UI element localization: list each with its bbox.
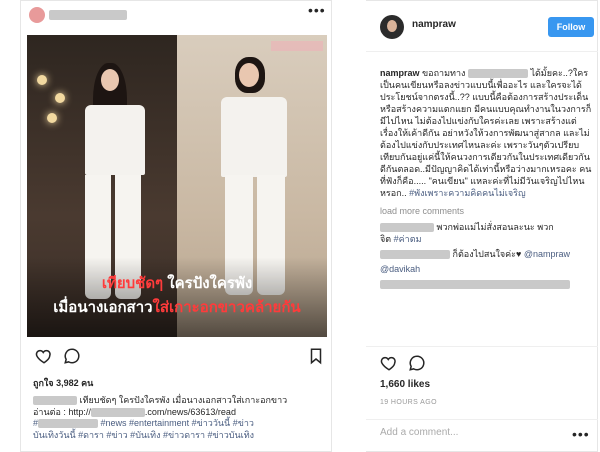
hashtag[interactable]: #ค่าตม: [394, 234, 422, 244]
mention[interactable]: @davikah: [380, 264, 420, 274]
heart-icon[interactable]: [380, 354, 398, 372]
right-like-count[interactable]: 1,660 likes: [380, 379, 430, 390]
hashtags-line-2[interactable]: บันเทิงวันนี้ #ดารา #ข่าว #บันเทิง #ข่าว…: [33, 430, 254, 440]
left-action-bar: [35, 347, 325, 365]
headline-white-text: เมื่อนางเอกสาว: [53, 299, 153, 316]
comment-text: พวกพ่อแม่ไม่สั่งสอนละนะ พวก: [436, 222, 554, 232]
wall-lamp: [47, 113, 57, 123]
bookmark-icon[interactable]: [307, 347, 325, 365]
headline-red-text: ใส่เกาะอกขาวคล้ายกัน: [152, 299, 301, 316]
right-panel: nampraw Follow nampraw ขอถามทาง ได้มั้ยค…: [366, 0, 598, 452]
link-domain-blurred: [90, 407, 145, 417]
headline-red-text: เทียบชัดๆ: [101, 275, 164, 292]
comment-username-blurred[interactable]: [380, 223, 434, 233]
comment-username[interactable]: nampraw: [380, 68, 420, 78]
divider: [366, 346, 598, 347]
divider: [366, 419, 598, 420]
comment-username-blurred[interactable]: [380, 250, 450, 260]
comment-item: @davikah: [380, 263, 592, 275]
comment-text: ขอถามทาง: [422, 68, 466, 78]
image-watermark: [271, 41, 323, 51]
post-timestamp: 19 HOURS AGO: [380, 399, 437, 406]
heart-emoji-icon: ♥: [516, 249, 522, 259]
post-image[interactable]: เทียบชัดๆ ใครปังใครพัง เมื่อนางเอกสาวใส่…: [27, 35, 327, 337]
comment-item: ก็ต้องไปสนใจค่ะ♥ @nampraw: [380, 248, 592, 260]
comment-item: พวกพ่อแม่ไม่สั่งสอนละนะ พวก จิต #ค่าตม: [380, 221, 592, 245]
image-headline-2: เมื่อนางเอกสาวใส่เกาะอกขาวคล้ายกัน: [27, 295, 327, 319]
headline-white-text: ใครปังใครพัง: [167, 275, 253, 292]
load-more-comments[interactable]: load more comments: [380, 205, 592, 217]
comment-item-blurred: [380, 278, 592, 290]
more-options-icon[interactable]: •••: [572, 427, 590, 441]
add-comment-input[interactable]: [380, 427, 560, 438]
main-comment: nampraw ขอถามทาง ได้มั้ยคะ..?ใครเป็นคนเข…: [380, 67, 592, 199]
left-post-username-blurred[interactable]: [49, 10, 127, 20]
image-headline-1: เทียบชัดๆ ใครปังใครพัง: [27, 271, 327, 295]
hashtag-blurred: [38, 419, 99, 429]
left-like-count: ถูกใจ 3,982 คน: [33, 378, 94, 388]
comment-text: ก็ต้องไปสนใจค่ะ: [452, 249, 517, 259]
caption-username-blurred[interactable]: [33, 396, 77, 406]
comment-icon[interactable]: [408, 354, 426, 372]
caption-text: เทียบชัดๆ ใครปังใครพัง เมื่อนางเอกสาวใส่…: [79, 395, 288, 405]
caption-link[interactable]: .com/news/63613/read: [145, 407, 236, 417]
heart-icon[interactable]: [35, 347, 53, 365]
wall-lamp: [55, 93, 65, 103]
left-post: ••• เทียบชัดๆ ใครปังใครพัง เมื่อนางเอกสา…: [20, 0, 332, 452]
profile-username[interactable]: nampraw: [412, 19, 456, 30]
mention[interactable]: @nampraw: [524, 249, 570, 259]
comment-blurred: [380, 280, 570, 290]
hashtags-line-1[interactable]: #news #entertainment #ข่าววันนี้ #ข่าว: [101, 418, 254, 428]
hashtag[interactable]: #พังเพราะความคิดคนไม่เจริญ: [409, 188, 525, 198]
comment-text: ได้มั้ยคะ..?ใครเป็นคนเขียนหรือลงข่าวแบบน…: [380, 68, 592, 186]
account-name-blurred: [467, 69, 528, 79]
comment-text: จิต: [380, 234, 392, 244]
right-action-bar: [380, 354, 440, 372]
comment-icon[interactable]: [63, 347, 81, 365]
right-header: nampraw Follow: [366, 1, 598, 52]
left-post-header: •••: [21, 1, 331, 29]
profile-avatar[interactable]: [380, 15, 404, 39]
wall-lamp: [37, 75, 47, 85]
caption-link-prefix: อ่านต่อ : http://: [33, 406, 91, 417]
comments-list: nampraw ขอถามทาง ได้มั้ยคะ..?ใครเป็นคนเข…: [380, 67, 592, 293]
left-post-avatar[interactable]: [29, 7, 45, 23]
left-post-caption: เทียบชัดๆ ใครปังใครพัง เมื่อนางเอกสาวใส่…: [33, 395, 325, 441]
more-options-icon[interactable]: •••: [308, 3, 326, 17]
follow-button[interactable]: Follow: [548, 17, 594, 37]
